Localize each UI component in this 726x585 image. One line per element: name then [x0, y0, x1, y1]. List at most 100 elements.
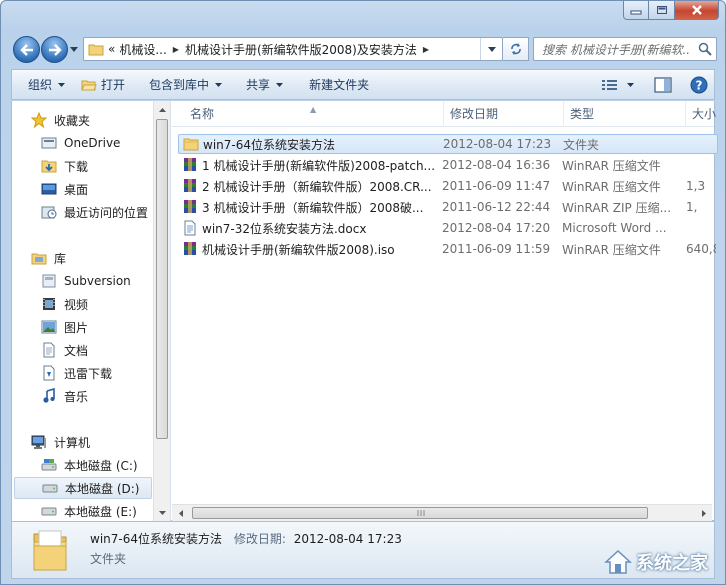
tree-item-libraries[interactable]: 库 — [30, 247, 66, 269]
breadcrumb-item[interactable]: 机械设计手册(新编软件版2008)及安装方法 — [185, 41, 417, 58]
scroll-right-button[interactable] — [695, 505, 712, 521]
view-controls: ? — [589, 73, 708, 97]
scroll-left-button[interactable] — [172, 505, 189, 521]
file-size: 1, — [686, 200, 698, 214]
refresh-button[interactable] — [503, 37, 529, 61]
address-bar[interactable]: « 机械设... ▶ 机械设计手册(新编软件版2008)及安装方法 ▶ — [83, 37, 503, 61]
sort-ascending-icon: ▲ — [310, 105, 317, 114]
grip-icon — [417, 510, 425, 516]
system-drive-icon — [41, 459, 57, 471]
tree-item-favorites[interactable]: 收藏夹 — [30, 109, 90, 131]
nav-scroll-thumb[interactable] — [156, 119, 168, 439]
tree-item-videos[interactable]: 视频 — [40, 293, 88, 315]
open-label: 打开 — [101, 78, 126, 92]
column-header-name[interactable]: 名称 ▲ — [172, 101, 444, 127]
view-options-button[interactable] — [601, 78, 634, 92]
tree-item-drive-e[interactable]: 本地磁盘 (E:) — [40, 500, 137, 521]
horizontal-scrollbar[interactable] — [172, 504, 712, 521]
file-name: 2 机械设计手册（新编软件版）2008.CR... — [202, 179, 432, 194]
tree-item-music[interactable]: 音乐 — [40, 385, 88, 407]
new-folder-label: 新建文件夹 — [309, 78, 370, 92]
breadcrumb-item[interactable]: 机械设... — [119, 41, 166, 58]
tree-item-desktop[interactable]: 桌面 — [40, 178, 88, 200]
tree-label: 计算机 — [54, 435, 91, 450]
file-row[interactable]: 1 机械设计手册(新编软件版)2008-patch... 2012-08-04 … — [178, 155, 718, 175]
column-headers: 名称 ▲ 修改日期 类型 大小 — [172, 101, 716, 127]
help-button[interactable]: ? — [690, 76, 708, 94]
file-date: 2011-06-09 11:59 — [442, 242, 551, 256]
nav-pane-scrollbar[interactable] — [153, 101, 170, 521]
file-row[interactable]: 3 机械设计手册（新编软件版）2008破... 2011-06-12 22:44… — [178, 197, 718, 217]
tree-label: 下载 — [64, 159, 89, 174]
file-type: WinRAR 压缩文件 — [562, 242, 661, 257]
chevron-down-icon — [70, 46, 78, 52]
maximize-button[interactable] — [649, 1, 675, 20]
details-view-icon — [602, 80, 617, 90]
tree-item-documents[interactable]: 文档 — [40, 339, 88, 361]
open-button[interactable]: 打开 — [73, 73, 133, 97]
breadcrumb-separator-icon[interactable]: ▶ — [423, 45, 429, 54]
chevron-down-icon — [58, 82, 66, 87]
video-library-icon — [43, 298, 55, 310]
address-dropdown-button[interactable] — [480, 38, 502, 60]
back-button[interactable] — [13, 36, 40, 63]
downloads-folder-icon — [41, 160, 57, 173]
search-box[interactable]: 搜索 机械设计手册(新编软... — [533, 37, 717, 61]
file-date: 2012-08-04 17:23 — [443, 137, 552, 151]
maximize-icon — [656, 6, 667, 14]
chevron-down-icon — [487, 46, 496, 52]
horizontal-scroll-thumb[interactable] — [192, 507, 648, 519]
tree-item-computer[interactable]: 计算机 — [30, 431, 90, 453]
house-logo-icon — [604, 549, 632, 574]
rar-archive-icon — [184, 158, 196, 171]
tree-label: 本地磁盘 (D:) — [65, 481, 140, 496]
details-type: 文件夹 — [90, 552, 127, 566]
watermark-logo: 系统之家 — [604, 548, 708, 576]
breadcrumb-separator-icon[interactable]: ▶ — [173, 45, 179, 54]
minimize-button[interactable] — [623, 1, 649, 20]
share-menu[interactable]: 共享 — [238, 73, 291, 97]
include-in-library-menu[interactable]: 包含到库中 — [141, 73, 230, 97]
column-header-type[interactable]: 类型 — [564, 101, 686, 127]
subversion-folder-icon — [42, 274, 56, 288]
recent-places-icon — [41, 206, 57, 219]
scroll-up-button[interactable] — [154, 101, 170, 118]
file-date: 2012-08-04 16:36 — [442, 158, 551, 172]
search-icon[interactable] — [698, 42, 712, 56]
tree-item-pictures[interactable]: 图片 — [40, 316, 88, 338]
scroll-down-button[interactable] — [154, 504, 170, 521]
column-header-modified[interactable]: 修改日期 — [444, 101, 564, 127]
navigation-pane: 收藏夹 OneDrive 下载 桌面 最近访问的位置 库 Subversion … — [12, 101, 171, 521]
file-row[interactable]: 机械设计手册(新编软件版2008).iso 2011-06-09 11:59 W… — [178, 239, 718, 259]
tree-item-xunlei-downloads[interactable]: 迅雷下载 — [40, 362, 112, 384]
preview-pane-button[interactable] — [654, 77, 672, 93]
close-button[interactable] — [675, 1, 719, 20]
tree-item-onedrive[interactable]: OneDrive — [40, 132, 120, 154]
tree-item-drive-c[interactable]: 本地磁盘 (C:) — [40, 454, 138, 476]
new-folder-button[interactable]: 新建文件夹 — [301, 73, 377, 97]
file-row[interactable]: win7-64位系统安装方法 2012-08-04 17:23 文件夹 — [178, 134, 718, 154]
details-modified-label: 修改日期: — [233, 532, 286, 546]
file-type: 文件夹 — [563, 137, 600, 152]
column-header-size[interactable]: 大小 — [686, 101, 726, 127]
column-header-label: 大小 — [692, 107, 717, 121]
tree-label: 迅雷下载 — [64, 366, 113, 381]
tree-label: 本地磁盘 (E:) — [64, 504, 137, 519]
forward-button[interactable] — [41, 36, 68, 63]
file-row[interactable]: 2 机械设计手册（新编软件版）2008.CR... 2011-06-09 11:… — [178, 176, 718, 196]
column-header-label: 修改日期 — [450, 107, 499, 121]
breadcrumb-overflow[interactable]: « — [108, 42, 115, 56]
iso-archive-icon — [184, 242, 196, 255]
details-pane: win7-64位系统安装方法 修改日期: 2012-08-04 17:23 文件… — [11, 521, 715, 579]
file-row[interactable]: win7-32位系统安装方法.docx 2012-08-04 17:20 Mic… — [178, 218, 718, 238]
tree-item-drive-d[interactable]: 本地磁盘 (D:) — [14, 477, 152, 499]
recent-pages-dropdown[interactable] — [69, 44, 79, 54]
rar-archive-icon — [184, 179, 196, 192]
tree-item-recent-places[interactable]: 最近访问的位置 — [40, 201, 148, 223]
organize-menu[interactable]: 组织 — [20, 73, 73, 97]
tree-item-downloads[interactable]: 下载 — [40, 155, 88, 177]
tree-label: 图片 — [64, 320, 89, 335]
tree-label: OneDrive — [64, 136, 121, 150]
tree-item-subversion[interactable]: Subversion — [40, 270, 131, 292]
details-title: win7-64位系统安装方法 修改日期: 2012-08-04 17:23 — [90, 530, 402, 547]
